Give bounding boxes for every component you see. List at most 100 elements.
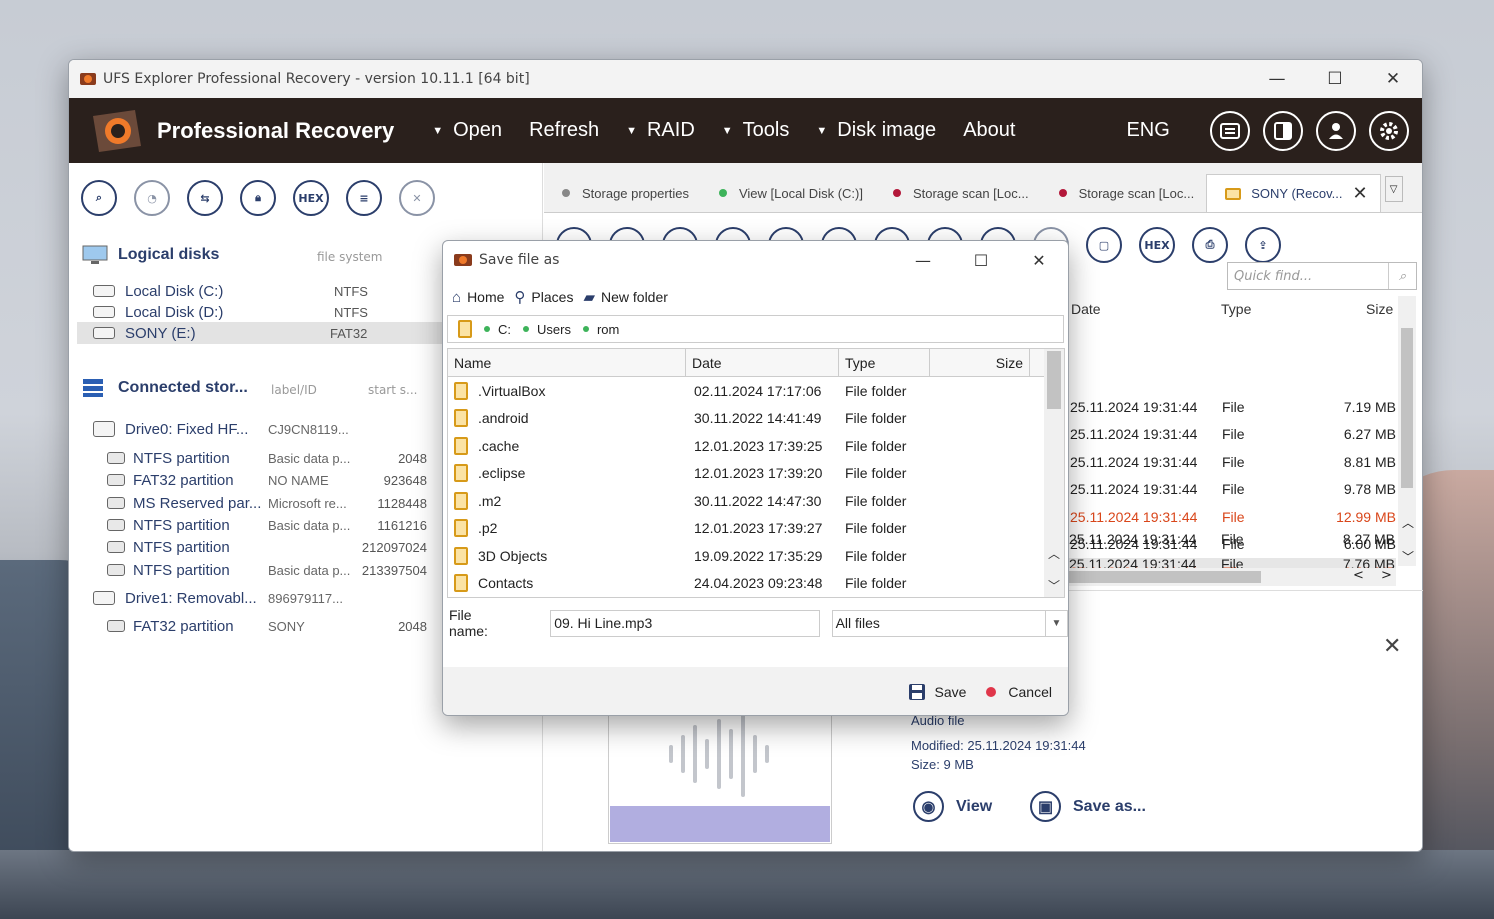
scroll-down-icon[interactable]: ﹀ <box>1048 577 1060 594</box>
close-tab-icon[interactable]: ✕ <box>1353 183 1368 204</box>
size-column-header[interactable]: Size <box>1366 301 1393 317</box>
folder-row[interactable]: Contacts 24.04.2023 09:23:48 File folder <box>448 570 1064 598</box>
properties-button[interactable]: ▢ <box>1086 227 1122 263</box>
file-row-partial[interactable]: 25.11.2024 19:31:44 File 7.76 MB <box>1063 552 1395 568</box>
account-button[interactable] <box>1315 110 1356 151</box>
menu-tools[interactable]: ▼ Tools <box>722 119 790 142</box>
audio-progress-bar[interactable] <box>610 806 830 842</box>
new-folder-button[interactable]: ▰ New folder <box>583 288 667 306</box>
disk-name: Local Disk (D:) <box>125 303 224 321</box>
file-row[interactable]: 25.11.2024 19:31:44 File 8.27 MB <box>1063 525 1395 552</box>
folder-row[interactable]: .android 30.11.2022 14:41:49 File folder <box>448 405 1064 433</box>
scan-button[interactable]: ◔ <box>134 180 170 216</box>
file-row[interactable]: 25.11.2024 19:31:44 File 9.78 MB <box>1064 475 1396 502</box>
list-button[interactable]: ≡ <box>346 180 382 216</box>
name-column-header[interactable]: Name <box>448 349 686 376</box>
tab-sony-recovery[interactable]: SONY (Recov... ✕ <box>1206 174 1381 212</box>
minimize-button[interactable]: — <box>1248 60 1306 98</box>
folder-row[interactable]: .eclipse 12.01.2023 17:39:20 File folder <box>448 460 1064 488</box>
browser-vertical-scrollbar[interactable]: ︿ ﹀ <box>1398 296 1416 566</box>
scroll-thumb[interactable] <box>1401 328 1413 488</box>
scroll-up-icon[interactable]: ︿ <box>1402 514 1414 531</box>
folder-row[interactable]: .cache 12.01.2023 17:39:25 File folder <box>448 432 1064 460</box>
print-button[interactable]: ⎙ <box>1192 227 1228 263</box>
quick-find-input[interactable]: Quick find... ⌕ <box>1227 262 1417 290</box>
dialog-close-button[interactable]: ✕ <box>1010 251 1068 270</box>
menu-raid[interactable]: ▼ RAID <box>626 119 695 142</box>
places-button[interactable]: ⚲ Places <box>514 288 573 306</box>
lock-button[interactable]: 🔒︎ <box>240 180 276 216</box>
crumb-rom[interactable]: rom <box>582 322 619 337</box>
save-icon: ▣ <box>1030 791 1061 822</box>
tab-storage-properties[interactable]: Storage properties <box>544 174 701 212</box>
dialog-maximize-button[interactable]: ☐ <box>952 251 1010 270</box>
scroll-up-icon[interactable]: ︿ <box>1048 545 1060 562</box>
logical-disks-title: Logical disks <box>118 246 220 263</box>
hex-button[interactable]: HEX <box>293 180 329 216</box>
folder-row[interactable]: .p2 12.01.2023 17:39:27 File folder <box>448 515 1064 543</box>
scroll-thumb[interactable] <box>1063 571 1261 583</box>
menu-disk-image[interactable]: ▼ Disk image <box>816 119 936 142</box>
menu-about[interactable]: About <box>963 119 1015 142</box>
log-button[interactable] <box>1209 110 1250 151</box>
filename-input[interactable]: 09. Hi Line.mp3 <box>550 609 820 637</box>
scroll-down-icon[interactable]: ﹀ <box>1402 548 1414 565</box>
browser-horizontal-scrollbar[interactable]: < > <box>1063 568 1396 586</box>
close-preview-icon[interactable]: ✕ <box>1383 634 1401 659</box>
scroll-thumb[interactable] <box>1047 351 1061 409</box>
dialog-vertical-scrollbar[interactable]: ︿ ﹀ <box>1044 349 1064 597</box>
home-label: Home <box>467 289 505 305</box>
tab-storage-scan-2[interactable]: Storage scan [Loc... <box>1041 174 1207 212</box>
folder-row[interactable]: 3D Objects 19.09.2022 17:35:29 File folder <box>448 542 1064 570</box>
tab-overflow-icon[interactable]: ▽ <box>1384 176 1403 202</box>
file-row[interactable]: 25.11.2024 19:31:44 File 7.19 MB <box>1064 393 1396 420</box>
window-title: UFS Explorer Professional Recovery - ver… <box>103 71 530 87</box>
filetype-select[interactable]: All files ▼ <box>831 609 1068 637</box>
caret-down-icon: ▼ <box>721 124 733 137</box>
settings-button[interactable] <box>1368 110 1409 151</box>
tab-storage-scan-1[interactable]: Storage scan [Loc... <box>875 174 1041 212</box>
dialog-save-button[interactable]: Save <box>908 683 966 701</box>
date-column-header[interactable]: Date <box>1071 301 1101 317</box>
dialog-cancel-button[interactable]: Cancel <box>986 684 1052 700</box>
storage-id: Microsoft re... <box>268 495 347 511</box>
type-column-header[interactable]: Type <box>1221 301 1251 317</box>
scroll-left-icon[interactable]: < <box>1353 568 1364 583</box>
crumb-c[interactable]: C: <box>484 322 511 337</box>
file-row[interactable]: 25.11.2024 19:31:44 File 6.27 MB <box>1064 420 1396 447</box>
save-as-button[interactable]: ▣ Save as... <box>1030 791 1146 822</box>
home-button[interactable]: ⌂ Home <box>452 289 504 306</box>
maximize-button[interactable]: ☐ <box>1306 60 1364 98</box>
panel-toggle-button[interactable] <box>1262 110 1303 151</box>
folder-row[interactable]: .VirtualBox 02.11.2024 17:17:06 File folde… <box>448 377 1064 405</box>
menu-open[interactable]: ▼ Open <box>432 119 502 142</box>
export-icon: ⇪ <box>1258 238 1268 252</box>
mount-button[interactable]: ⇆ <box>187 180 223 216</box>
search-icon[interactable]: ⌕ <box>1388 263 1416 289</box>
view-button[interactable]: ◉ View <box>913 791 992 822</box>
folder-row[interactable]: .m2 30.11.2022 14:47:30 File folder <box>448 487 1064 515</box>
folder-type: File folder <box>845 410 907 427</box>
disk-name: SONY (E:) <box>125 324 196 342</box>
file-system-column: file system <box>317 250 383 264</box>
app-logo <box>93 109 141 152</box>
date-column-header[interactable]: Date <box>686 349 839 376</box>
storage-name: MS Reserved par... <box>133 494 262 512</box>
close-button[interactable]: ✕ <box>1364 60 1422 98</box>
size-column-header[interactable]: Size <box>930 349 1030 376</box>
crumb-users[interactable]: Users <box>523 322 571 337</box>
scroll-right-icon[interactable]: > <box>1381 568 1392 583</box>
folder-date: 24.04.2023 09:23:48 <box>694 575 823 592</box>
export-button[interactable]: ⇪ <box>1245 227 1281 263</box>
menu-tools-label: Tools <box>742 119 790 141</box>
tab-view-local-disk[interactable]: View [Local Disk (C:)] <box>701 174 875 212</box>
file-row[interactable]: 25.11.2024 19:31:44 File 8.81 MB <box>1064 448 1396 475</box>
menu-refresh[interactable]: Refresh <box>529 119 599 142</box>
hex-view-button[interactable]: HEX <box>1139 227 1175 263</box>
dialog-minimize-button[interactable]: — <box>894 251 952 270</box>
close-storage-button[interactable]: ✕ <box>399 180 435 216</box>
path-breadcrumb: C: Users rom <box>447 315 1064 343</box>
language-selector[interactable]: ENG <box>1126 119 1169 142</box>
type-column-header[interactable]: Type <box>839 349 930 376</box>
search-button[interactable]: ⌕ <box>81 180 117 216</box>
